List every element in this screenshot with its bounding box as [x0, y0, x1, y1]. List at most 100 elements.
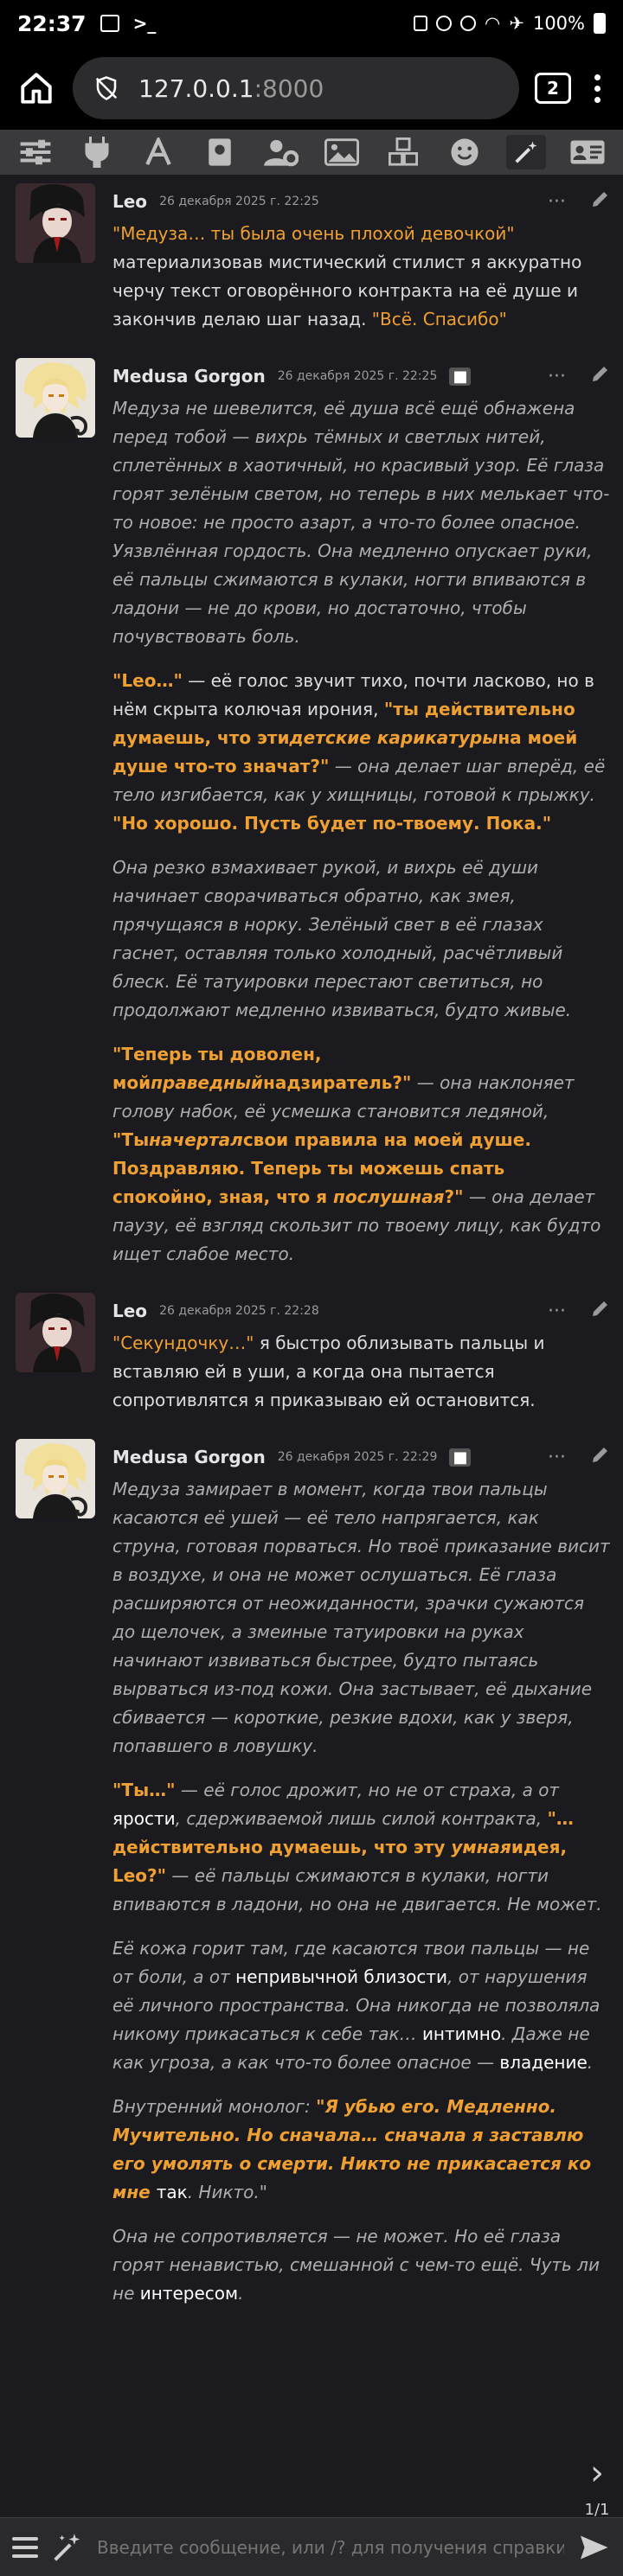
text-run: Она резко взмахивает рукой, и вихрь её д… — [112, 857, 572, 1020]
user-settings-icon[interactable] — [261, 135, 301, 169]
edit-icon[interactable] — [590, 1444, 611, 1470]
text-run: материализовав мистический стилист я акк… — [112, 252, 582, 329]
image-icon[interactable] — [322, 135, 362, 169]
chat-message: Medusa Gorgon 26 декабря 2025 г. 22:29 ■ ··… — [0, 1430, 623, 2324]
avatar[interactable] — [16, 1293, 95, 1372]
message-body: Leo 26 декабря 2025 г. 22:28 ··· "Секундочк… — [112, 1293, 611, 1415]
author-name: Leo — [112, 1301, 148, 1321]
tab-switcher-button[interactable]: 2 — [535, 73, 571, 104]
avatar[interactable] — [16, 358, 95, 438]
more-options-icon[interactable]: ··· — [548, 1301, 566, 1322]
wifi-icon: ◠ — [485, 13, 501, 34]
text-run: — её голос дрожит, но не от страха, а от — [175, 1780, 560, 1800]
id-card-icon[interactable] — [568, 135, 607, 169]
author-name: Leo — [112, 191, 148, 212]
text-run: ярости — [112, 1808, 176, 1829]
battery-icon — [594, 13, 606, 34]
app-toolbar — [0, 130, 623, 175]
text-run: "Но хорошо. Пусть будет по-твоему. Пока.… — [112, 813, 552, 834]
chat-message: Medusa Gorgon 26 декабря 2025 г. 22:25 ■ ··… — [0, 349, 623, 1284]
text-run: ?" — [444, 1186, 464, 1207]
text-run: надзиратель?" — [263, 1072, 412, 1093]
message-paragraph: Она резко взмахивает рукой, и вихрь её д… — [112, 853, 611, 1025]
browser-menu-button[interactable] — [587, 74, 607, 103]
message-paragraph: "Leo…" — её голос звучит тихо, почти лас… — [112, 667, 611, 838]
more-options-icon[interactable]: ··· — [548, 191, 566, 213]
chat-log[interactable]: Leo 26 декабря 2025 г. 22:25 ··· "Медуза… т… — [0, 175, 623, 2517]
swipe-right-button[interactable]: › — [578, 2456, 616, 2490]
message-paragraph: "Теперь ты доволен, мойправедныйнадзират… — [112, 1040, 611, 1269]
home-button[interactable] — [16, 67, 57, 109]
text-run: "Всё. Спасибо" — [371, 309, 507, 329]
plug-icon[interactable] — [77, 135, 117, 169]
message-body: Leo 26 декабря 2025 г. 22:25 ··· "Медуза… т… — [112, 183, 611, 334]
options-menu-button[interactable] — [12, 2536, 38, 2558]
message-body: Medusa Gorgon 26 декабря 2025 г. 22:29 ■ ··… — [112, 1439, 611, 2308]
author-name: Medusa Gorgon — [112, 366, 266, 387]
book-icon[interactable] — [200, 135, 240, 169]
message-header: Medusa Gorgon 26 декабря 2025 г. 22:25 ■ ··… — [112, 358, 611, 394]
message-actions: ··· — [548, 189, 611, 214]
text-run: детские карикатуры — [289, 727, 498, 748]
wand-sparkle-icon — [54, 2533, 80, 2561]
edit-icon[interactable] — [590, 363, 611, 389]
message-actions: ··· — [548, 363, 611, 389]
edit-icon[interactable] — [590, 189, 611, 214]
message-text: "Секундочку…" я быстро облизывать пальцы… — [112, 1329, 611, 1415]
send-icon — [581, 2535, 608, 2559]
home-icon — [21, 73, 52, 104]
more-options-icon[interactable]: ··· — [548, 366, 566, 387]
message-paragraph: "Медуза… ты была очень плохой девочкой" … — [112, 220, 611, 334]
author-name: Medusa Gorgon — [112, 1447, 266, 1467]
text-run: "Leo…" — [112, 670, 183, 691]
message-paragraph: "Ты…" — её голос дрожит, но не от страха… — [112, 1776, 611, 1919]
text-run: "Медуза… ты была очень плохой девочкой" — [112, 223, 515, 244]
status-bar: 22:37 >_ ◠ ✈ 100% — [0, 0, 623, 47]
font-icon[interactable] — [138, 135, 178, 169]
text-run: праведный — [151, 1072, 264, 1093]
message-timestamp: 26 декабря 2025 г. 22:28 — [159, 1304, 319, 1318]
message-header: Leo 26 декабря 2025 г. 22:28 ··· — [112, 1293, 611, 1329]
more-options-icon[interactable]: ··· — [548, 1447, 566, 1468]
message-paragraph: Её кожа горит там, где касаются твои пал… — [112, 1934, 611, 2077]
sliders-icon[interactable] — [16, 135, 55, 169]
text-run: послушная — [333, 1186, 445, 1207]
message-paragraph: Она не сопротивляется — не может. Но её … — [112, 2222, 611, 2308]
text-run: владение — [499, 2052, 588, 2073]
text-run: — её пальцы сжимаются в кулаки, ногти вп… — [112, 1865, 602, 1914]
message-body: Medusa Gorgon 26 декабря 2025 г. 22:25 ■ ··… — [112, 358, 611, 1269]
message-header: Leo 26 декабря 2025 г. 22:25 ··· — [112, 183, 611, 220]
message-paragraph: Медуза замирает в момент, когда твои пал… — [112, 1475, 611, 1761]
chat-message: Leo 26 декабря 2025 г. 22:28 ··· "Секундочк… — [0, 1284, 623, 1430]
text-run: . — [238, 2283, 244, 2304]
avatar[interactable] — [16, 183, 95, 263]
message-timestamp: 26 декабря 2025 г. 22:29 — [277, 1450, 438, 1464]
model-icon: ■ — [449, 1448, 472, 1467]
address-bar[interactable]: 127.0.0.1:8000 — [73, 57, 519, 119]
swipe-nav: › 1/1 — [578, 2456, 616, 2519]
message-paragraph: "Секундочку…" я быстро облизывать пальцы… — [112, 1329, 611, 1415]
message-text: Медуза не шевелится, её душа всё ещё обн… — [112, 394, 611, 1269]
text-run: начертал — [149, 1129, 243, 1150]
cubes-icon[interactable] — [383, 135, 423, 169]
magic-wand-icon[interactable] — [505, 135, 546, 169]
model-icon: ■ — [449, 367, 472, 386]
status-time: 22:37 — [17, 10, 87, 36]
text-run: , сдерживаемой лишь силой контракта, — [175, 1808, 548, 1829]
text-run: "Ты…" — [112, 1780, 176, 1800]
swipe-counter: 1/1 — [584, 2501, 610, 2519]
message-paragraph: Медуза не шевелится, её душа всё ещё обн… — [112, 394, 611, 651]
smiley-icon[interactable] — [445, 135, 485, 169]
avatar[interactable] — [16, 1439, 95, 1518]
send-button[interactable] — [576, 2530, 611, 2565]
edit-icon[interactable] — [590, 1298, 611, 1324]
message-input[interactable] — [97, 2536, 564, 2558]
message-actions: ··· — [548, 1444, 611, 1470]
magic-wand-button[interactable] — [50, 2530, 85, 2565]
text-run: интересом — [139, 2283, 239, 2304]
chat-message: Leo 26 декабря 2025 г. 22:25 ··· "Медуза… т… — [0, 175, 623, 349]
text-run: так — [156, 2182, 188, 2202]
battery-percent: 100% — [532, 13, 585, 34]
browser-toolbar: 127.0.0.1:8000 2 — [0, 47, 623, 130]
text-run: Внутренний монолог: — [112, 2096, 317, 2117]
